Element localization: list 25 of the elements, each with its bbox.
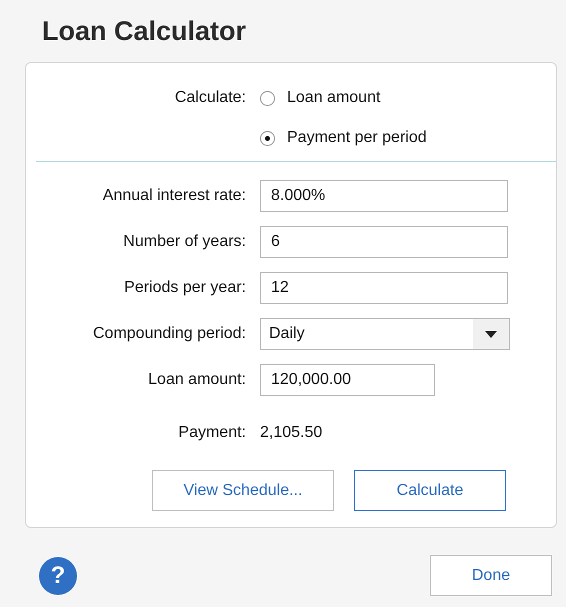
radio-button-icon[interactable] bbox=[260, 130, 275, 146]
field-label: Compounding period: bbox=[92, 324, 246, 344]
dropdown-arrow-icon bbox=[485, 330, 497, 338]
dialog-button[interactable]: View Schedule... bbox=[152, 470, 334, 511]
field-label: Annual interest rate: bbox=[102, 186, 246, 206]
dropdown-field[interactable]: Daily bbox=[260, 318, 510, 350]
radio-button-icon[interactable] bbox=[260, 90, 275, 106]
radio-label: Payment per period bbox=[287, 129, 427, 147]
input-field[interactable]: 12 bbox=[260, 272, 508, 304]
input-field[interactable]: 8.000% bbox=[260, 180, 508, 212]
field-label: Periods per year: bbox=[123, 278, 246, 298]
calculate-label: Calculate: bbox=[174, 88, 246, 108]
dialog-button[interactable]: Calculate bbox=[354, 470, 506, 511]
radio-option[interactable]: Payment per period bbox=[260, 125, 556, 151]
payment-label: Payment: bbox=[177, 423, 246, 443]
payment-value: 2,105.50 bbox=[260, 423, 324, 443]
dialog-title: Loan Calculator bbox=[42, 15, 248, 48]
input-field[interactable]: 6 bbox=[260, 226, 508, 258]
radio-label: Loan amount bbox=[287, 89, 380, 107]
field-label: Loan amount: bbox=[147, 370, 246, 390]
done-button[interactable]: Done bbox=[430, 555, 552, 596]
help-icon[interactable]: ? bbox=[39, 556, 77, 594]
input-field[interactable]: 120,000.00 bbox=[260, 364, 435, 396]
field-label: Number of years: bbox=[122, 232, 246, 252]
radio-option[interactable]: Loan amount bbox=[260, 85, 556, 111]
